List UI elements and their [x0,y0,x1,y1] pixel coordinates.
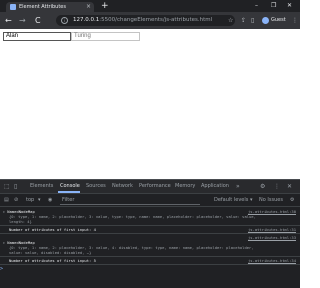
console-entry: Number of attributes of first input: 5 j… [0,258,300,263]
console-divider [0,256,300,257]
log-levels-dropdown[interactable]: Default levels ▾ [214,194,252,206]
site-info-icon[interactable]: i [61,17,68,24]
console-entry: Number of attributes of first input: 4 j… [0,227,300,232]
console-divider [0,264,300,265]
url-path: :5500/changeElements/js-attributes.html [99,17,213,23]
tab-elements[interactable]: Elements [30,180,53,193]
tab-performance[interactable]: Performance [139,180,171,193]
browser-menu-icon[interactable]: ⋮ [292,12,298,29]
profile-avatar-icon[interactable] [262,17,269,24]
page-viewport: Alan Turing [0,29,300,179]
devtools-more-icon[interactable]: ⋮ [274,180,280,193]
last-name-input[interactable]: Turing [71,32,140,41]
minimize-button[interactable]: – [255,0,258,12]
tab-title: Element Attributes [19,4,66,10]
sidebar-icon[interactable]: ▯ [251,12,254,29]
bookmark-star-icon[interactable]: ☆ [228,12,233,29]
console-entry-body: {0: type, 1: name, 2: placeholder, 3: va… [0,214,300,224]
tab-strip: Element Attributes × + – ❐ ✕ [0,0,300,12]
console-entry-body: {0: type, 1: name, 2: placeholder, 3: va… [0,245,300,255]
tab-network[interactable]: Network [112,180,133,193]
first-name-input[interactable]: Alan [3,32,71,41]
console-filter-input[interactable]: Filter [60,196,200,205]
settings-gear-icon[interactable]: ⚙ [260,180,265,193]
object-preview[interactable]: {0: type, 1: name, 2: placeholder, 3: va… [9,245,259,255]
tab-memory[interactable]: Memory [175,180,195,193]
more-tabs-icon[interactable]: » [236,180,240,193]
tab-close-icon[interactable]: × [86,2,91,12]
devtools-close-icon[interactable]: ✕ [287,180,292,193]
console-toolbar: ▤ ⊘ top ▾ ◉ Filter Default levels ▾ No I… [0,194,300,207]
back-button[interactable]: ← [5,12,12,29]
browser-toolbar: ← → C i 127.0.0.1:5500/changeElements/js… [0,12,300,29]
console-divider [0,225,300,226]
share-icon[interactable]: ⇪ [241,12,246,29]
console-settings-icon[interactable]: ⚙ [290,194,294,206]
address-bar[interactable]: i 127.0.0.1:5500/changeElements/js-attri… [56,15,235,26]
log-message: Number of attributes of first input: 5 [9,258,96,263]
source-link[interactable]: js-attributes.html:34 [248,258,296,263]
reload-button[interactable]: C [35,12,41,29]
filter-placeholder: Filter [62,197,75,203]
device-toolbar-icon[interactable]: ▯ [14,180,17,193]
restore-button[interactable]: ❐ [271,0,276,12]
url-host: 127.0.0.1 [73,17,100,23]
console-prompt-icon: > [0,266,4,272]
sidebar-toggle-icon[interactable]: ▤ [4,194,9,206]
clear-console-icon[interactable]: ⊘ [14,194,18,206]
devtools-tab-bar: ⬚ ▯ Elements Console Sources Network Per… [0,180,300,194]
log-message: Number of attributes of first input: 4 [9,227,96,232]
tab-application[interactable]: Application [201,180,229,193]
live-expression-eye-icon[interactable]: ◉ [48,194,52,206]
active-tab-indicator [58,191,80,193]
inspect-element-icon[interactable]: ⬚ [4,180,10,193]
tab-element-attributes[interactable]: Element Attributes × [6,2,94,12]
tab-sources[interactable]: Sources [86,180,106,193]
console-divider [0,233,300,234]
issues-counter[interactable]: No Issues [259,194,283,206]
object-preview[interactable]: {0: type, 1: name, 2: placeholder, 3: va… [9,214,259,224]
console-prompt-row[interactable]: > [0,266,300,272]
new-tab-button[interactable]: + [101,0,109,12]
url-text[interactable]: 127.0.0.1:5500/changeElements/js-attribu… [73,15,212,26]
page-favicon-icon [10,4,16,10]
context-selector[interactable]: top [26,194,34,206]
close-window-button[interactable]: ✕ [287,0,292,12]
profile-label[interactable]: Guest [271,12,286,29]
devtools-panel: ⬚ ▯ Elements Console Sources Network Per… [0,179,300,288]
context-dropdown-icon[interactable]: ▾ [38,194,41,206]
forward-button[interactable]: → [19,12,26,29]
console-output: ▸ NamedNodeMap js-attributes.html:30 {0: … [0,207,300,288]
source-link[interactable]: js-attributes.html:31 [248,227,296,232]
